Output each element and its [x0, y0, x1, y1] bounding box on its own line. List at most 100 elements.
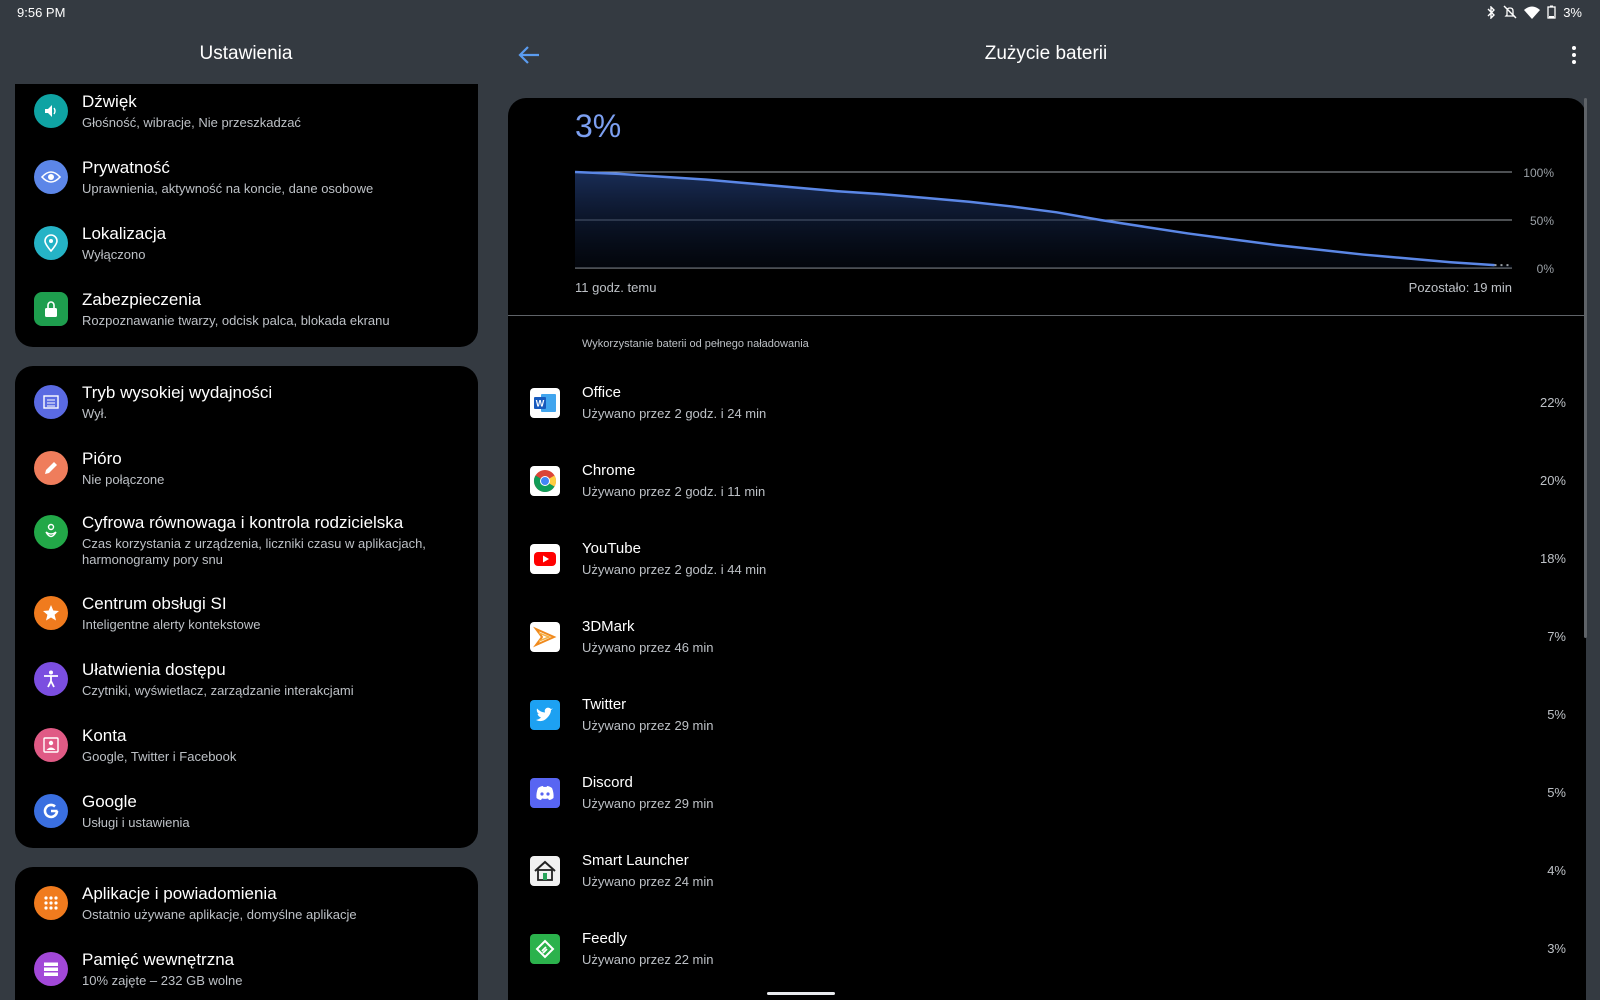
- settings-item-ai-center[interactable]: Centrum obsługi SI Inteligentne alerty k…: [15, 586, 478, 652]
- settings-item-google[interactable]: Google Usługi i ustawienia: [15, 784, 478, 848]
- settings-item-performance[interactable]: Tryb wysokiej wydajności Wył.: [15, 375, 478, 441]
- settings-item-digital-wellbeing[interactable]: Cyfrowa równowaga i kontrola rodzicielsk…: [15, 505, 478, 585]
- app-usage-row-youtube[interactable]: YouTube Używano przez 2 godz. i 44 min 1…: [508, 532, 1586, 610]
- settings-item-accessibility[interactable]: Ułatwienia dostępu Czytniki, wyświetlacz…: [15, 652, 478, 718]
- svg-text:W: W: [536, 399, 545, 409]
- twitter-bird-icon: [530, 700, 560, 730]
- settings-item-title: Centrum obsługi SI: [82, 594, 227, 613]
- google-g-icon: [34, 794, 68, 828]
- more-vert-icon: [1572, 46, 1576, 50]
- app-usage-row-office[interactable]: W Office Używano przez 2 godz. i 24 min …: [508, 376, 1586, 454]
- home-indicator[interactable]: [767, 992, 835, 995]
- settings-item-title: Pióro: [82, 449, 122, 468]
- feedly-icon: [530, 934, 560, 964]
- lock-icon: [34, 292, 68, 326]
- settings-item-location[interactable]: Lokalizacja Wyłączono: [15, 216, 478, 282]
- settings-item-pen[interactable]: Pióro Nie połączone: [15, 441, 478, 507]
- settings-item-storage[interactable]: Pamięć wewnętrzna 10% zajęte – 232 GB wo…: [15, 942, 478, 1000]
- settings-item-apps[interactable]: Aplikacje i powiadomienia Ostatnio używa…: [15, 876, 478, 942]
- app-usage-time: Używano przez 2 godz. i 24 min: [582, 406, 767, 421]
- app-usage-percent: 5%: [1547, 785, 1566, 800]
- mute-icon: [1503, 5, 1517, 19]
- status-icons: 3%: [1486, 5, 1582, 20]
- settings-item-title: Konta: [82, 726, 127, 745]
- status-bar: 9:56 PM 3%: [0, 0, 1600, 24]
- status-time: 9:56 PM: [17, 4, 66, 20]
- storage-icon: [34, 952, 68, 986]
- more-dot: [1572, 53, 1576, 57]
- settings-item-accounts[interactable]: Konta Google, Twitter i Facebook: [15, 718, 478, 784]
- app-usage-row-chrome[interactable]: Chrome Używano przez 2 godz. i 11 min 20…: [508, 454, 1586, 532]
- settings-item-title: Prywatność: [82, 158, 170, 177]
- settings-item-subtitle: Głośność, wibracje, Nie przeszkadzać: [82, 115, 301, 130]
- app-usage-percent: 3%: [1547, 941, 1566, 956]
- chart-start-label: 11 godz. temu: [575, 280, 657, 295]
- settings-item-title: Google: [82, 792, 137, 811]
- settings-item-subtitle: Inteligentne alerty kontekstowe: [82, 617, 261, 632]
- chart-y-tick-label: 0%: [1537, 262, 1555, 276]
- settings-item-subtitle: Czas korzystania z urządzenia, liczniki …: [82, 536, 426, 567]
- more-options-button[interactable]: [1562, 40, 1586, 70]
- privacy-eye-icon: [34, 160, 68, 194]
- app-name: Smart Launcher: [582, 852, 689, 869]
- settings-item-subtitle: Rozpoznawanie twarzy, odcisk palca, blok…: [82, 313, 390, 328]
- app-name: 3DMark: [582, 618, 635, 635]
- settings-item-privacy[interactable]: Prywatność Uprawnienia, aktywność na kon…: [15, 150, 478, 216]
- settings-header: Ustawienia: [0, 24, 492, 84]
- settings-item-security[interactable]: Zabezpieczenia Rozpoznawanie twarzy, odc…: [15, 282, 478, 347]
- 3dmark-icon: [530, 622, 560, 652]
- settings-item-sound[interactable]: Dźwięk Głośność, wibracje, Nie przeszkad…: [15, 84, 478, 150]
- pen-icon: [34, 451, 68, 485]
- settings-item-subtitle: Usługi i ustawienia: [82, 815, 190, 830]
- settings-item-subtitle: Uprawnienia, aktywność na koncie, dane o…: [82, 181, 374, 196]
- app-usage-percent: 20%: [1539, 473, 1566, 488]
- youtube-icon: [530, 544, 560, 574]
- settings-item-subtitle: Czytniki, wyświetlacz, zarządzanie inter…: [82, 683, 354, 698]
- settings-item-title: Aplikacje i powiadomienia: [82, 884, 277, 903]
- battery-icon: [1547, 5, 1556, 19]
- wifi-icon: [1524, 6, 1541, 19]
- app-usage-time: Używano przez 22 min: [582, 952, 714, 967]
- battery-usage-panel: 3% 100% 50% 0% 11 godz. temu Pozostało: 19…: [508, 98, 1586, 1000]
- battery-page-title: Zużycie baterii: [984, 43, 1108, 64]
- settings-item-subtitle: Ostatnio używane aplikacje, domyślne apl…: [82, 907, 357, 922]
- battery-header: Zużycie baterii: [492, 24, 1600, 84]
- chart-y-tick-label: 100%: [1523, 166, 1554, 180]
- settings-item-title: Dźwięk: [82, 92, 137, 111]
- app-usage-percent: 7%: [1547, 629, 1566, 644]
- settings-title: Ustawienia: [199, 43, 293, 64]
- divider: [508, 315, 1586, 316]
- app-usage-time: Używano przez 2 godz. i 44 min: [582, 562, 767, 577]
- app-usage-row-twitter[interactable]: Twitter Używano przez 29 min 5%: [508, 688, 1586, 766]
- discord-icon: [530, 778, 560, 808]
- scrollbar[interactable]: [1584, 98, 1587, 638]
- app-usage-time: Używano przez 29 min: [582, 796, 714, 811]
- account-icon: [34, 728, 68, 762]
- settings-item-subtitle: 10% zajęte – 232 GB wolne: [82, 973, 243, 988]
- app-usage-percent: 18%: [1539, 551, 1566, 566]
- app-usage-percent: 5%: [1547, 707, 1566, 722]
- app-usage-row-feedly[interactable]: Feedly Używano przez 22 min 3%: [508, 922, 1586, 1000]
- settings-item-title: Ułatwienia dostępu: [82, 660, 226, 679]
- apps-grid-icon: [34, 886, 68, 920]
- app-usage-row-smart-launcher[interactable]: Smart Launcher Używano przez 24 min 4%: [508, 844, 1586, 922]
- settings-item-subtitle: Nie połączone: [82, 472, 165, 487]
- section-header: Wykorzystanie baterii od pełnego naładow…: [582, 338, 809, 350]
- chart-remaining-label: Pozostało: 19 min: [1408, 280, 1512, 295]
- app-usage-time: Używano przez 24 min: [582, 874, 714, 889]
- app-usage-row-3dmark[interactable]: 3DMark Używano przez 46 min 7%: [508, 610, 1586, 688]
- app-usage-time: Używano przez 29 min: [582, 718, 714, 733]
- app-usage-time: Używano przez 46 min: [582, 640, 714, 655]
- office-word-icon: W: [530, 388, 560, 418]
- settings-item-title: Tryb wysokiej wydajności: [82, 383, 273, 402]
- settings-item-title: Zabezpieczenia: [82, 290, 202, 309]
- settings-item-subtitle: Google, Twitter i Facebook: [82, 749, 237, 764]
- app-name: Discord: [582, 774, 633, 791]
- settings-item-subtitle: Wyłączono: [82, 247, 146, 262]
- app-usage-row-discord[interactable]: Discord Używano przez 29 min 5%: [508, 766, 1586, 844]
- battery-level-chart: 100% 50% 0%: [574, 166, 1555, 276]
- volume-icon: [34, 94, 68, 128]
- app-name: YouTube: [582, 540, 641, 557]
- chrome-icon: [530, 466, 560, 496]
- settings-item-title: Lokalizacja: [82, 224, 167, 243]
